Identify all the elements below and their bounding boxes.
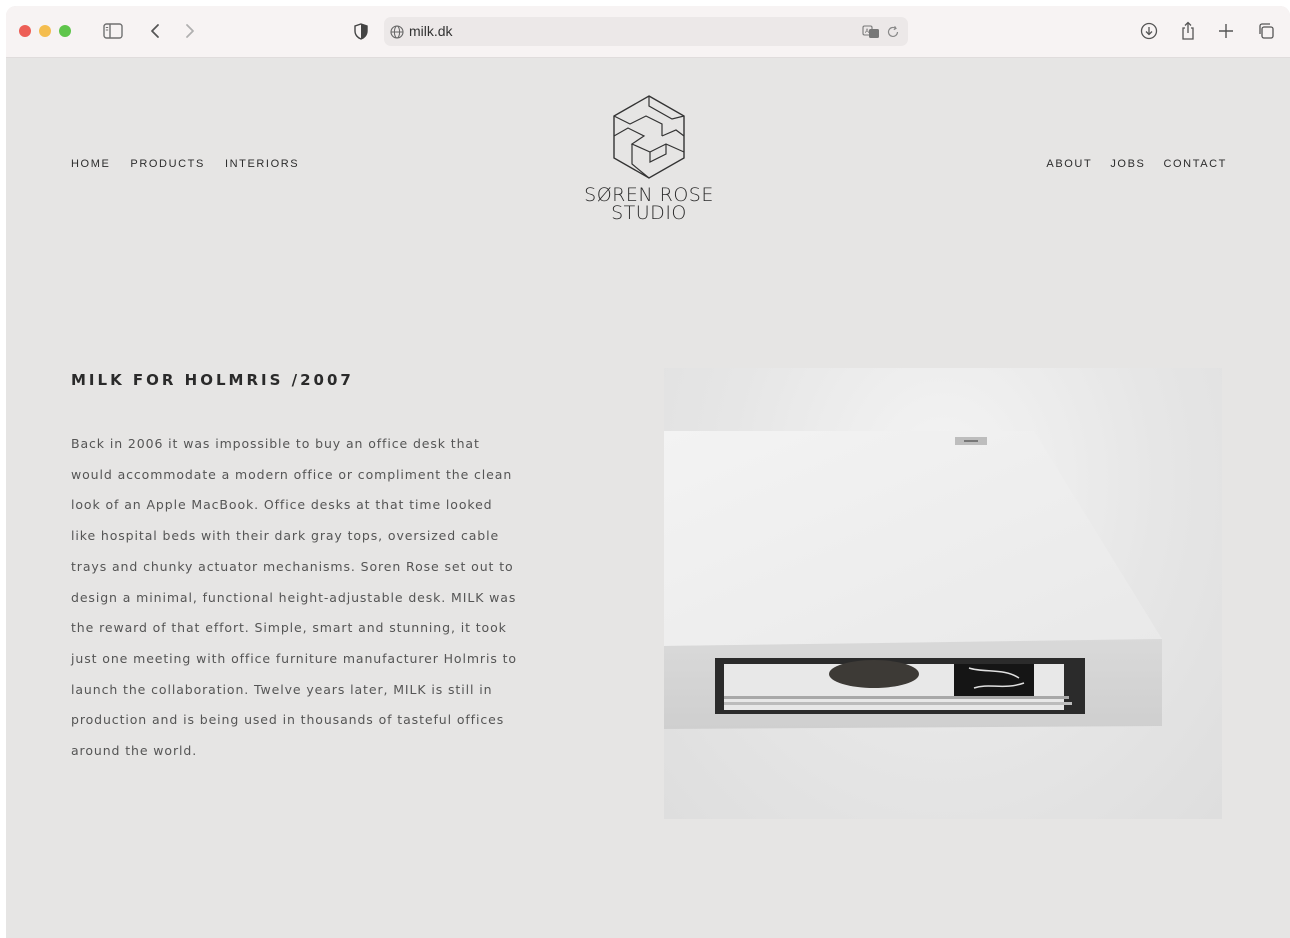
body-line: look of an Apple MacBook. Office desks a… [71, 497, 493, 513]
tab-overview-icon[interactable] [1254, 20, 1278, 42]
nav-home[interactable]: HOME [71, 158, 110, 170]
body-line: production and is being used in thousand… [71, 712, 505, 728]
zoom-window-button[interactable] [59, 25, 71, 37]
nav-about[interactable]: ABOUT [1046, 158, 1092, 170]
share-icon[interactable] [1176, 20, 1200, 42]
body-line: launch the collaboration. Twelve years l… [71, 681, 493, 697]
globe-icon [390, 24, 404, 43]
site-logo[interactable]: SØREN ROSE STUDIO [574, 94, 724, 224]
body-line: Back in 2006 it was impossible to buy an… [71, 436, 480, 451]
close-window-button[interactable] [19, 25, 31, 37]
url-text: milk.dk [409, 23, 453, 39]
browser-window: milk.dk A HOME PRODUCTS INTERIORS SØREN … [6, 6, 1290, 938]
body-line: around the world. [71, 743, 198, 759]
minimize-window-button[interactable] [39, 25, 51, 37]
nav-interiors[interactable]: INTERIORS [225, 158, 299, 170]
body-line: just one meeting with office furniture m… [71, 650, 517, 666]
body-line: would accommodate a modern office or com… [71, 466, 513, 482]
shield-icon[interactable] [349, 20, 373, 42]
primary-nav: HOME PRODUCTS INTERIORS [71, 158, 319, 170]
hexagon-logo-icon [613, 95, 685, 179]
nav-products[interactable]: PRODUCTS [130, 158, 205, 170]
page-content: HOME PRODUCTS INTERIORS SØREN ROSE STUDI… [6, 59, 1290, 938]
nav-jobs[interactable]: JOBS [1110, 158, 1145, 170]
forward-icon[interactable] [178, 20, 202, 42]
back-icon[interactable] [143, 20, 167, 42]
secondary-nav: ABOUT JOBS CONTACT [1028, 158, 1227, 170]
sidebar-icon[interactable] [101, 20, 125, 42]
reload-icon[interactable] [886, 24, 900, 43]
browser-toolbar: milk.dk A [6, 6, 1290, 58]
body-line: trays and chunky actuator mechanisms. So… [71, 558, 514, 574]
logo-text-line2: STUDIO [611, 202, 687, 224]
body-line: design a minimal, functional height-adju… [71, 589, 517, 605]
body-line: like hospital beds with their dark gray … [71, 528, 500, 544]
product-photo [664, 368, 1222, 819]
desk-illustration [664, 431, 1162, 729]
translate-icon[interactable]: A [862, 24, 880, 43]
download-icon[interactable] [1137, 20, 1161, 42]
body-line: the reward of that effort. Simple, smart… [71, 620, 507, 636]
address-bar[interactable]: milk.dk A [384, 17, 908, 46]
nav-contact[interactable]: CONTACT [1163, 158, 1227, 170]
new-tab-icon[interactable] [1214, 20, 1238, 42]
article-title: MILK FOR HOLMRIS /2007 [71, 371, 354, 389]
article-body: Back in 2006 it was impossible to buy an… [71, 429, 541, 767]
